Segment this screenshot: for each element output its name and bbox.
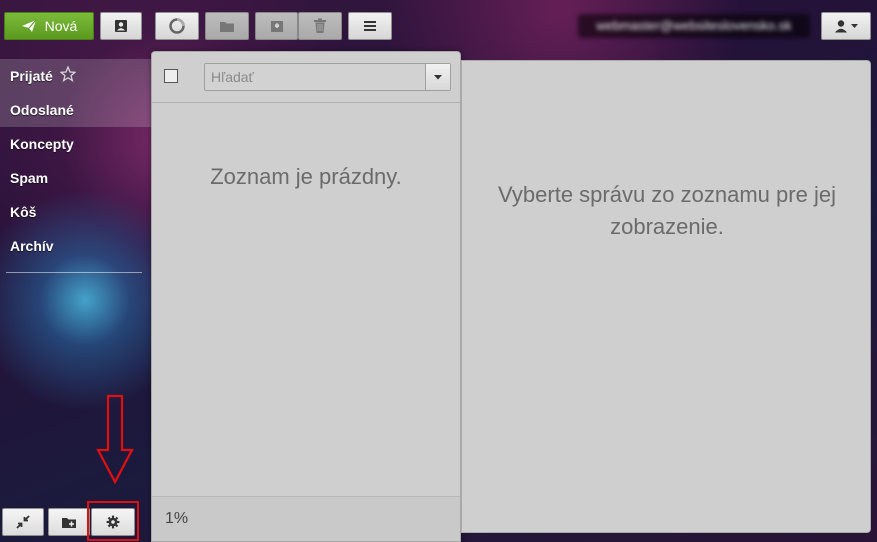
more-menu-button[interactable] [348, 12, 392, 40]
search-options-button[interactable] [425, 64, 450, 90]
folder-trash[interactable]: Kôš [10, 202, 36, 222]
folder-archive[interactable]: Archív [10, 236, 54, 256]
star-icon[interactable] [60, 66, 76, 82]
viewer-empty-message: Vyberte správu zo zoznamu pre jej zobraz… [498, 182, 836, 239]
folder-spam[interactable]: Spam [10, 168, 48, 188]
quota-progress-text: 1% [165, 510, 189, 527]
archive-icon [270, 19, 284, 33]
message-list-footer: 1% [152, 496, 460, 541]
search-box [204, 63, 451, 91]
sidebar-divider [6, 272, 142, 273]
annotation-arrow [96, 394, 134, 485]
archive-button[interactable] [255, 12, 298, 40]
user-icon [834, 19, 848, 33]
move-folder-button[interactable] [205, 12, 249, 40]
send-icon [21, 19, 37, 33]
add-folder-button[interactable] [48, 508, 90, 536]
message-list-header [152, 52, 460, 103]
folder-drafts[interactable]: Koncepty [10, 134, 74, 154]
menu-icon [363, 20, 377, 32]
reload-icon [168, 17, 186, 35]
contacts-button[interactable] [100, 12, 142, 40]
folder-inbox[interactable]: Prijaté [10, 66, 53, 86]
search-input[interactable] [205, 64, 425, 90]
caret-down-icon [434, 74, 442, 80]
refresh-button[interactable] [155, 12, 199, 40]
collapse-button[interactable] [2, 508, 44, 536]
message-list-panel: Zoznam je prázdny. 1% [151, 51, 461, 542]
compose-label: Nová [44, 18, 78, 34]
empty-list-message: Zoznam je prázdny. [210, 164, 402, 189]
account-menu-button[interactable] [821, 12, 871, 40]
folder-icon [219, 20, 235, 33]
folder-sent[interactable]: Odoslané [10, 100, 74, 120]
message-viewer-panel: Vyberte správu zo zoznamu pre jej zobraz… [461, 60, 871, 533]
compose-button[interactable]: Nová [4, 12, 94, 40]
account-email: webmaster@websiteslovensko.sk [578, 14, 810, 38]
delete-button[interactable] [298, 12, 342, 40]
folder-plus-icon [61, 516, 77, 529]
settings-highlight-box [87, 501, 139, 541]
contacts-icon [114, 19, 128, 33]
select-all-checkbox[interactable] [164, 69, 178, 83]
trash-icon [313, 18, 327, 34]
caret-down-icon [851, 23, 858, 29]
compress-icon [16, 515, 30, 529]
